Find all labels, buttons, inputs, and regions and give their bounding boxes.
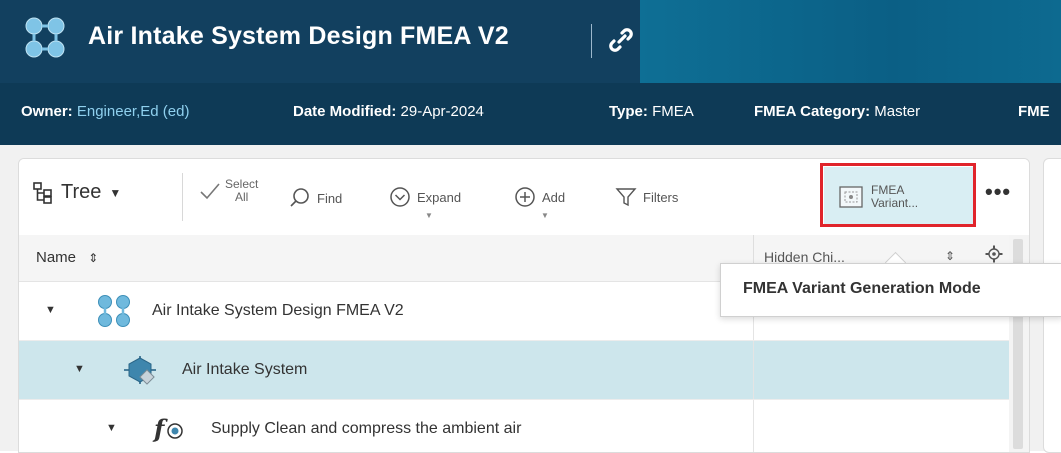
type-info: Type: FMEA (609, 103, 694, 120)
tree-label: Tree (61, 181, 102, 203)
find-button[interactable]: Find (289, 187, 342, 209)
row-label[interactable]: Air Intake System (182, 361, 307, 379)
expand-button[interactable]: Expand (389, 186, 461, 208)
truncated-label: FME (1018, 103, 1050, 120)
type-label: Type: (609, 103, 648, 120)
chevron-down-icon: ▼ (109, 185, 122, 200)
name-column-header[interactable]: Name ⇕ (36, 249, 98, 266)
page-title: Air Intake System Design FMEA V2 (88, 22, 509, 50)
toolbar-divider (182, 173, 183, 221)
tooltip: FMEA Variant Generation Mode (720, 263, 1061, 317)
expand-dropdown-icon[interactable]: ▼ (425, 211, 433, 220)
fmea-structure-icon (98, 295, 130, 327)
add-label: Add (542, 189, 566, 205)
fmea-variant-label-2: Variant... (871, 196, 919, 210)
link-icon[interactable] (606, 25, 636, 55)
sort-icon-2[interactable]: ⇕ (945, 249, 955, 263)
search-icon (290, 188, 309, 207)
category-label: FMEA Category: (754, 103, 871, 120)
date-info: Date Modified: 29-Apr-2024 (293, 103, 484, 120)
fmea-app-icon (25, 17, 65, 58)
truncated-info: FME (1018, 103, 1050, 120)
owner-info: Owner: Engineer,Ed (ed) (21, 103, 189, 120)
checkmark-icon (200, 183, 220, 200)
category-value: Master (874, 103, 921, 120)
column-divider (753, 400, 754, 452)
gear-icon[interactable] (985, 245, 1003, 263)
expand-toggle-icon[interactable]: ▼ (45, 304, 56, 316)
owner-value[interactable]: Engineer,Ed (ed) (77, 103, 190, 120)
fmea-variant-icon (839, 186, 863, 208)
date-label: Date Modified: (293, 103, 397, 120)
title-bar: Air Intake System Design FMEA V2 (0, 0, 1061, 83)
add-dropdown-icon[interactable]: ▼ (541, 211, 549, 220)
title-divider (591, 24, 592, 58)
add-button[interactable]: Add (514, 186, 565, 208)
system-element-icon (124, 356, 156, 385)
add-icon (515, 187, 535, 207)
function-icon: f (152, 414, 183, 443)
row-label[interactable]: Air Intake System Design FMEA V2 (152, 302, 404, 320)
fmea-variant-button[interactable]: FMEA Variant... (824, 167, 974, 227)
tooltip-text: FMEA Variant Generation Mode (743, 280, 981, 297)
date-value: 29-Apr-2024 (400, 103, 484, 120)
expand-toggle-icon[interactable]: ▼ (74, 363, 85, 375)
table-row-selected[interactable]: ▼ Air Intake System (19, 341, 1009, 400)
tree-view-button[interactable]: Tree ▼ (33, 181, 121, 204)
tree-icon (33, 181, 52, 204)
select-all-label-2: All (235, 190, 249, 204)
expand-label: Expand (417, 189, 462, 205)
name-column-label: Name (36, 249, 77, 266)
row-label[interactable]: Supply Clean and compress the ambient ai… (211, 420, 521, 438)
filters-button[interactable]: Filters (615, 186, 678, 208)
filter-icon (615, 188, 637, 207)
more-options-icon[interactable]: ••• (985, 179, 1011, 205)
info-bar: Owner: Engineer,Ed (ed) Date Modified: 2… (0, 83, 1061, 145)
category-info: FMEA Category: Master (754, 103, 920, 120)
expand-toggle-icon[interactable]: ▼ (106, 422, 117, 434)
toolbar: Tree ▼ Select All Find Expand ▼ Add ▼ Fi… (19, 159, 1029, 235)
column-divider (753, 341, 754, 399)
find-label: Find (317, 190, 343, 206)
filters-label: Filters (643, 189, 679, 205)
select-all-button[interactable]: Select All (199, 178, 258, 204)
type-value: FMEA (652, 103, 694, 120)
svg-text:f: f (152, 414, 168, 443)
owner-label: Owner: (21, 103, 73, 120)
expand-icon (390, 187, 410, 207)
title-bar-accent (640, 0, 1061, 83)
sort-icon[interactable]: ⇕ (88, 251, 98, 265)
table-row[interactable]: ▼ f Supply Clean and compress the ambien… (19, 400, 1009, 452)
